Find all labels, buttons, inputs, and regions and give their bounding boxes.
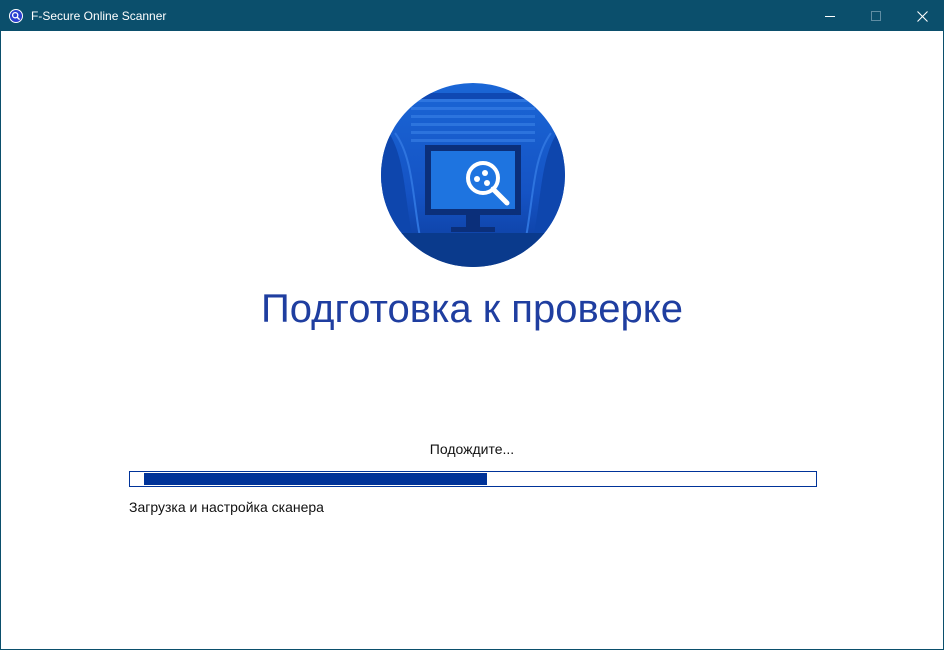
close-button[interactable] [899, 1, 943, 31]
wait-message: Подождите... [429, 441, 515, 457]
minimize-button[interactable] [807, 1, 853, 31]
progress-bar-fill [144, 473, 487, 485]
page-title: Подготовка к проверке [261, 287, 683, 331]
maximize-icon [871, 11, 881, 21]
status-message: Загрузка и настройка сканера [129, 499, 324, 515]
fsecure-scanner-icon [9, 9, 23, 23]
title-bar[interactable]: F-Secure Online Scanner [1, 1, 943, 31]
maximize-button[interactable] [853, 1, 899, 31]
minimize-icon [825, 16, 835, 17]
window-title: F-Secure Online Scanner [31, 9, 167, 23]
close-icon [916, 10, 928, 22]
progress-bar [129, 471, 817, 487]
app-window: F-Secure Online Scanner Подготовка к про… [0, 0, 944, 650]
monitor-magnifier-icon [381, 83, 565, 267]
